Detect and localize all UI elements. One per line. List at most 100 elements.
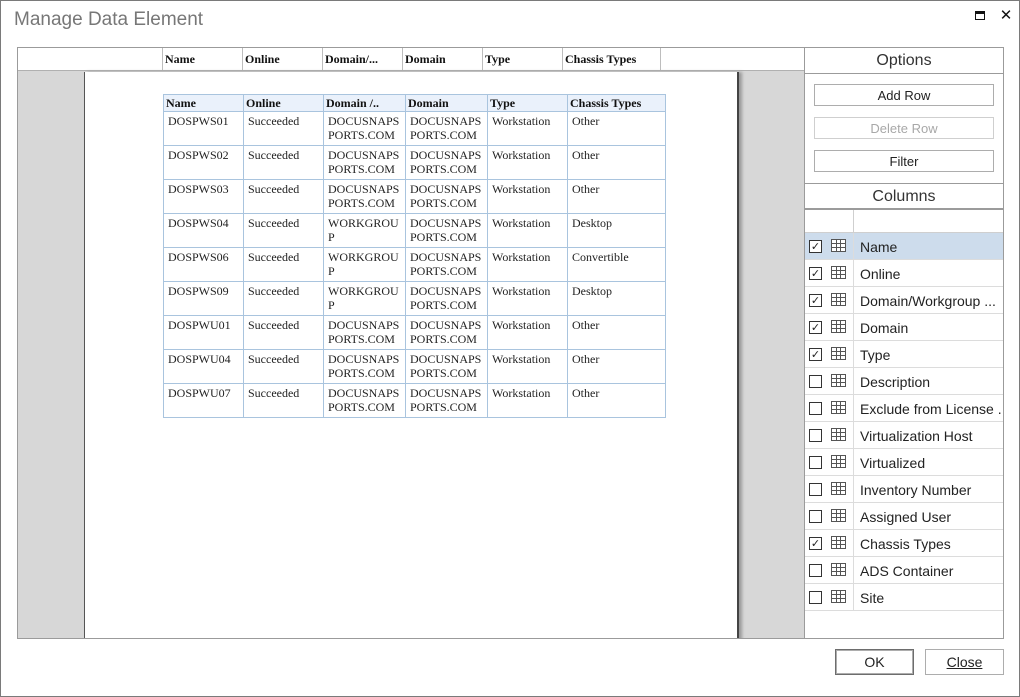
header-col-online[interactable]: Online bbox=[242, 48, 322, 70]
report-preview[interactable]: Name Online Domain/... Domain Type Chass… bbox=[17, 47, 805, 639]
maximize-icon bbox=[975, 10, 985, 20]
filter-button[interactable]: Filter bbox=[814, 150, 994, 172]
table-column-icon bbox=[831, 455, 846, 468]
report-cell: DOSPWS09 bbox=[163, 281, 244, 316]
report-cell: DOCUSNAPSPORTS.COM bbox=[405, 213, 488, 248]
header-col-type[interactable]: Type bbox=[482, 48, 562, 70]
column-checkbox[interactable] bbox=[809, 564, 822, 577]
report-cell: DOSPWS03 bbox=[163, 179, 244, 214]
report-cell: DOCUSNAPSPORTS.COM bbox=[405, 315, 488, 350]
column-item[interactable]: ✓ Online bbox=[805, 260, 1003, 287]
report-row: DOSPWU01 Succeeded DOCUSNAPSPORTS.COM DOCUS… bbox=[163, 315, 666, 350]
column-item[interactable]: ✓ Domain bbox=[805, 314, 1003, 341]
report-header-domain-workgroup: Domain /.. bbox=[323, 94, 406, 112]
report-cell: Succeeded bbox=[243, 145, 324, 180]
report-cell: DOSPWS04 bbox=[163, 213, 244, 248]
header-col-chassis-types[interactable]: Chassis Types bbox=[562, 48, 661, 70]
report-cell: DOCUSNAPSPORTS.COM bbox=[405, 281, 488, 316]
report-row: DOSPWS02 Succeeded DOCUSNAPSPORTS.COM DOCUS… bbox=[163, 145, 666, 180]
manage-data-element-dialog: Manage Data Element ✕ Name Online Domain… bbox=[0, 0, 1020, 697]
column-item[interactable]: Virtualized bbox=[805, 449, 1003, 476]
column-checkbox[interactable] bbox=[809, 456, 822, 469]
column-checkbox[interactable] bbox=[809, 375, 822, 388]
column-label: ADS Container bbox=[860, 563, 954, 579]
report-header-online: Online bbox=[243, 94, 324, 112]
column-checkbox[interactable]: ✓ bbox=[809, 240, 822, 253]
close-button-label: Close bbox=[946, 654, 983, 670]
report-cell: Workstation bbox=[487, 281, 568, 316]
column-label: Site bbox=[860, 590, 885, 606]
column-item[interactable]: Virtualization Host bbox=[805, 422, 1003, 449]
delete-row-button[interactable]: Delete Row bbox=[814, 117, 994, 139]
column-checkbox[interactable] bbox=[809, 591, 822, 604]
column-checkbox[interactable] bbox=[809, 402, 822, 415]
report-cell: Succeeded bbox=[243, 179, 324, 214]
report-cell: WORKGROUP bbox=[323, 247, 406, 282]
table-column-icon bbox=[831, 266, 846, 279]
report-cell: DOSPWS01 bbox=[163, 111, 244, 146]
column-label: Domain/Workgroup ... bbox=[860, 293, 996, 309]
report-header-chassis-types: Chassis Types bbox=[567, 94, 666, 112]
report-cell: Succeeded bbox=[243, 281, 324, 316]
report-cell: DOCUSNAPSPORTS.COM bbox=[323, 111, 406, 146]
close-window-button[interactable]: ✕ bbox=[996, 5, 1016, 25]
column-item[interactable]: Exclude from License ... bbox=[805, 395, 1003, 422]
report-cell: DOCUSNAPSPORTS.COM bbox=[323, 179, 406, 214]
report-cell: Workstation bbox=[487, 315, 568, 350]
column-label: Type bbox=[860, 347, 891, 363]
maximize-button[interactable] bbox=[970, 5, 990, 25]
column-label: Assigned User bbox=[860, 509, 952, 525]
options-title: Options bbox=[805, 48, 1003, 74]
report-cell: Succeeded bbox=[243, 111, 324, 146]
report-table: Name Online Domain /.. Domain Type Chass… bbox=[163, 94, 666, 418]
column-checkbox[interactable]: ✓ bbox=[809, 321, 822, 334]
report-cell: Workstation bbox=[487, 383, 568, 418]
column-checkbox[interactable]: ✓ bbox=[809, 267, 822, 280]
report-cell: Desktop bbox=[567, 281, 666, 316]
column-checkbox[interactable] bbox=[809, 510, 822, 523]
header-col-domain-workgroup[interactable]: Domain/... bbox=[322, 48, 402, 70]
column-label: Virtualization Host bbox=[860, 428, 973, 444]
column-item[interactable]: Site bbox=[805, 584, 1003, 611]
report-cell: DOSPWU07 bbox=[163, 383, 244, 418]
columns-title: Columns bbox=[805, 183, 1003, 209]
report-cell: Other bbox=[567, 111, 666, 146]
report-cell: DOSPWS06 bbox=[163, 247, 244, 282]
column-item[interactable]: Inventory Number bbox=[805, 476, 1003, 503]
report-cell: DOSPWU04 bbox=[163, 349, 244, 384]
column-checkbox[interactable]: ✓ bbox=[809, 294, 822, 307]
add-row-button[interactable]: Add Row bbox=[814, 84, 994, 106]
column-checkbox[interactable] bbox=[809, 429, 822, 442]
report-cell: Succeeded bbox=[243, 213, 324, 248]
column-item[interactable]: ADS Container bbox=[805, 557, 1003, 584]
column-checkbox[interactable]: ✓ bbox=[809, 348, 822, 361]
report-cell: DOSPWS02 bbox=[163, 145, 244, 180]
column-label: Chassis Types bbox=[860, 536, 951, 552]
report-cell: Other bbox=[567, 383, 666, 418]
column-item[interactable]: ✓ Chassis Types bbox=[805, 530, 1003, 557]
ok-button[interactable]: OK bbox=[835, 649, 914, 675]
header-col-domain[interactable]: Domain bbox=[402, 48, 482, 70]
preview-column-header: Name Online Domain/... Domain Type Chass… bbox=[18, 48, 804, 71]
column-label: Description bbox=[860, 374, 931, 390]
column-checkbox[interactable]: ✓ bbox=[809, 537, 822, 550]
column-item[interactable]: ✓ Name bbox=[805, 233, 1003, 260]
report-cell: DOCUSNAPSPORTS.COM bbox=[405, 111, 488, 146]
report-page: Name Online Domain /.. Domain Type Chass… bbox=[84, 72, 739, 638]
column-item[interactable]: Description bbox=[805, 368, 1003, 395]
column-item[interactable]: Assigned User bbox=[805, 503, 1003, 530]
report-cell: DOSPWU01 bbox=[163, 315, 244, 350]
report-cell: Succeeded bbox=[243, 247, 324, 282]
column-checkbox[interactable] bbox=[809, 483, 822, 496]
column-label: Name bbox=[860, 239, 898, 255]
close-button[interactable]: Close bbox=[925, 649, 1004, 675]
column-item[interactable]: ✓ Type bbox=[805, 341, 1003, 368]
report-row: DOSPWS04 Succeeded WORKGROUP DOCUSNAPSPORTS… bbox=[163, 213, 666, 248]
column-label: Domain bbox=[860, 320, 909, 336]
report-cell: DOCUSNAPSPORTS.COM bbox=[405, 179, 488, 214]
column-item[interactable]: ✓ Domain/Workgroup ... bbox=[805, 287, 1003, 314]
report-header-type: Type bbox=[487, 94, 568, 112]
header-col-name[interactable]: Name bbox=[162, 48, 242, 70]
report-cell: Workstation bbox=[487, 179, 568, 214]
table-column-icon bbox=[831, 428, 846, 441]
